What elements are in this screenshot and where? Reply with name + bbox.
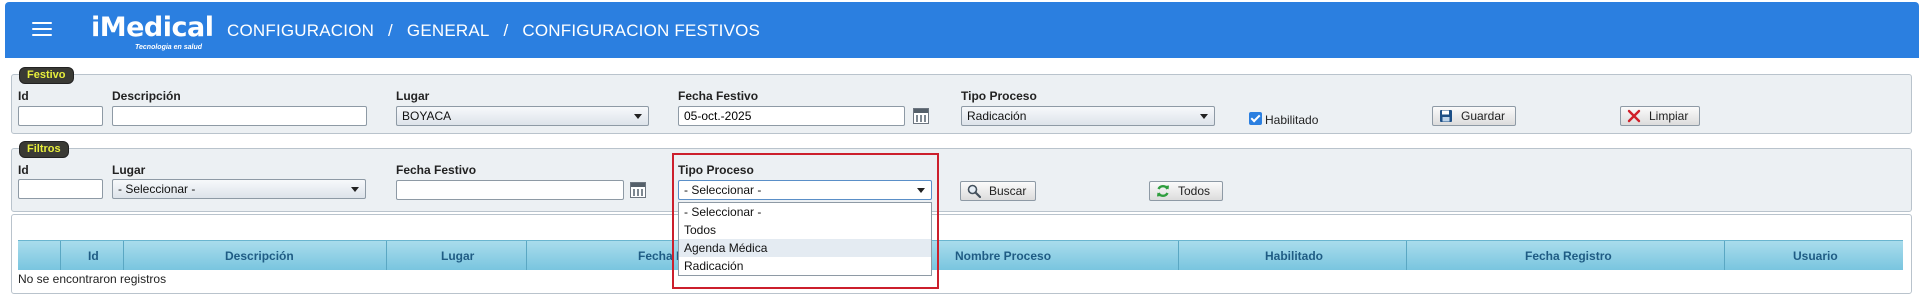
save-icon [1440, 110, 1452, 122]
column-header-id[interactable]: Id [88, 249, 99, 263]
filtro-lugar-select[interactable]: - Seleccionar - [112, 179, 366, 199]
column-header-lugar[interactable]: Lugar [441, 249, 474, 263]
filtros-legend: Filtros [19, 141, 69, 158]
column-separator [60, 241, 61, 270]
breadcrumb-separator: / [503, 21, 509, 40]
logo-tagline: Tecnologia en salud [135, 44, 203, 51]
logo-text: iMedical [91, 12, 214, 43]
filtro-id-label: Id [18, 163, 29, 177]
breadcrumb-item[interactable]: CONFIGURACION [227, 21, 374, 40]
festivo-lugar-select[interactable]: BOYACA [396, 106, 649, 126]
festivo-tipo-select[interactable]: Radicación [961, 106, 1215, 126]
close-icon [1627, 109, 1641, 123]
column-separator [526, 241, 527, 270]
column-header-usuario[interactable]: Usuario [1793, 249, 1838, 263]
habilitado-label: Habilitado [1265, 113, 1319, 127]
habilitado-checkbox[interactable] [1249, 112, 1262, 125]
column-header-descripcion[interactable]: Descripción [225, 249, 294, 263]
chevron-down-icon [634, 114, 642, 119]
grid-header: Id Descripción Lugar Fecha Festivo Nombr… [18, 240, 1903, 270]
dropdown-option[interactable]: - Seleccionar - [679, 203, 931, 221]
breadcrumb: CONFIGURACION / GENERAL / CONFIGURACION … [227, 21, 769, 41]
column-separator [1178, 241, 1179, 270]
buscar-button[interactable]: Buscar [960, 181, 1036, 201]
festivo-fecha-label: Fecha Festivo [678, 89, 759, 103]
filtro-lugar-value: - Seleccionar - [118, 182, 196, 196]
menu-icon[interactable] [32, 22, 52, 38]
chevron-down-icon [351, 187, 359, 192]
column-separator [386, 241, 387, 270]
breadcrumb-item[interactable]: GENERAL [407, 21, 490, 40]
guardar-label: Guardar [1461, 109, 1506, 123]
buscar-label: Buscar [989, 184, 1027, 198]
filtro-fecha-label: Fecha Festivo [396, 163, 477, 177]
calendar-icon[interactable] [630, 182, 646, 198]
todos-label: Todos [1178, 184, 1211, 198]
descripcion-input[interactable] [112, 106, 367, 126]
festivo-tipo-value: Radicación [967, 109, 1027, 123]
todos-button[interactable]: Todos [1149, 181, 1223, 201]
column-separator [123, 241, 124, 270]
filtro-fecha-input[interactable] [396, 180, 624, 200]
festivo-id-label: Id [18, 89, 29, 103]
column-header-nombre-proceso[interactable]: Nombre Proceso [955, 249, 1051, 263]
column-separator [1406, 241, 1407, 270]
limpiar-button[interactable]: Limpiar [1620, 106, 1700, 126]
breadcrumb-item-current: CONFIGURACION FESTIVOS [522, 21, 761, 40]
column-header-fecha-registro[interactable]: Fecha Registro [1525, 249, 1612, 263]
festivo-id-input[interactable] [18, 106, 103, 126]
dropdown-option[interactable]: Agenda Médica [679, 239, 931, 257]
top-bar: iMedical Tecnologia en salud CONFIGURACI… [5, 2, 1919, 58]
column-separator [1724, 241, 1725, 270]
festivo-fecha-input[interactable] [678, 106, 905, 126]
festivo-lugar-label: Lugar [396, 89, 430, 103]
calendar-icon[interactable] [913, 108, 929, 124]
chevron-down-icon [1200, 114, 1208, 119]
festivo-lugar-value: BOYACA [402, 109, 452, 123]
dropdown-option[interactable]: Radicación [679, 257, 931, 275]
filtro-lugar-label: Lugar [112, 163, 146, 177]
breadcrumb-separator: / [388, 21, 393, 40]
empty-message: No se encontraron registros [18, 272, 167, 286]
dropdown-option[interactable]: Todos [679, 221, 931, 239]
column-header-habilitado[interactable]: Habilitado [1265, 249, 1323, 263]
descripcion-label: Descripción [112, 89, 181, 103]
festivo-tipo-label: Tipo Proceso [961, 89, 1037, 103]
app-logo[interactable]: iMedical Tecnologia en salud [83, 8, 214, 52]
limpiar-label: Limpiar [1649, 109, 1689, 123]
guardar-button[interactable]: Guardar [1432, 106, 1516, 126]
festivo-legend: Festivo [19, 67, 74, 84]
tipo-proceso-dropdown-list: - Seleccionar - Todos Agenda Médica Radi… [678, 202, 932, 276]
refresh-icon [1157, 185, 1169, 197]
filtro-id-input[interactable] [18, 179, 103, 199]
search-icon [967, 184, 981, 198]
